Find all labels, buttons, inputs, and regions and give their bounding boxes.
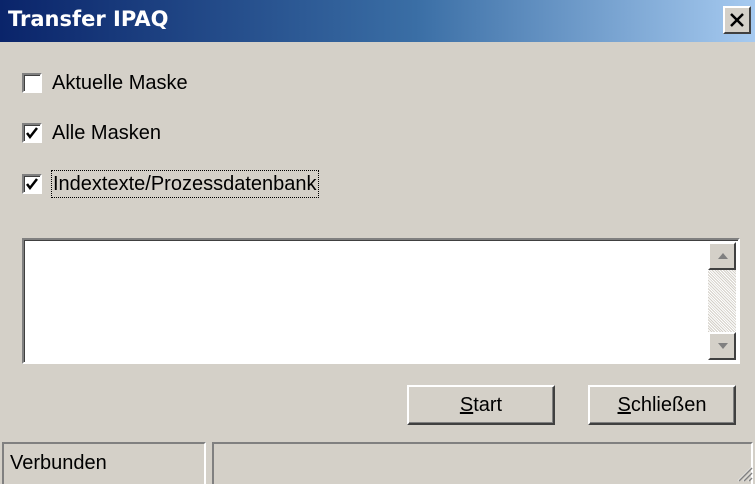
checkbox-label: Aktuelle Maske <box>52 72 188 94</box>
scroll-down-button[interactable] <box>708 332 736 360</box>
arrow-up-icon <box>718 253 728 259</box>
checkbox-box[interactable] <box>22 73 42 93</box>
start-button[interactable]: Start <box>407 385 555 425</box>
close-label: chließen <box>630 394 707 416</box>
title-bar[interactable]: Transfer IPAQ <box>0 0 755 42</box>
checkbox-box[interactable] <box>22 174 42 194</box>
status-pane-empty <box>212 442 753 484</box>
close-mnemonic: S <box>617 394 631 416</box>
start-mnemonic: S <box>459 394 474 416</box>
scroll-up-button[interactable] <box>708 242 736 270</box>
checkbox-box[interactable] <box>22 123 42 143</box>
checkmark-icon <box>26 178 38 191</box>
status-bar: Verbunden <box>0 438 755 484</box>
arrow-down-icon <box>718 343 728 349</box>
close-button[interactable]: Schließen <box>588 385 736 425</box>
resize-grip-icon[interactable] <box>735 464 753 482</box>
status-connection: Verbunden <box>2 442 206 484</box>
checkbox-label: Alle Masken <box>52 122 161 144</box>
checkmark-icon <box>26 127 38 140</box>
transfer-dialog: Transfer IPAQ Aktuelle Maske Alle Masken… <box>0 0 755 484</box>
close-window-button[interactable] <box>723 6 751 34</box>
vertical-scrollbar[interactable] <box>708 242 736 360</box>
checkbox-label: Indextexte/Prozessdatenbank <box>51 170 319 198</box>
log-listbox[interactable] <box>22 238 740 364</box>
window-title: Transfer IPAQ <box>8 7 169 31</box>
close-icon <box>730 13 744 27</box>
start-label: tart <box>473 394 503 416</box>
